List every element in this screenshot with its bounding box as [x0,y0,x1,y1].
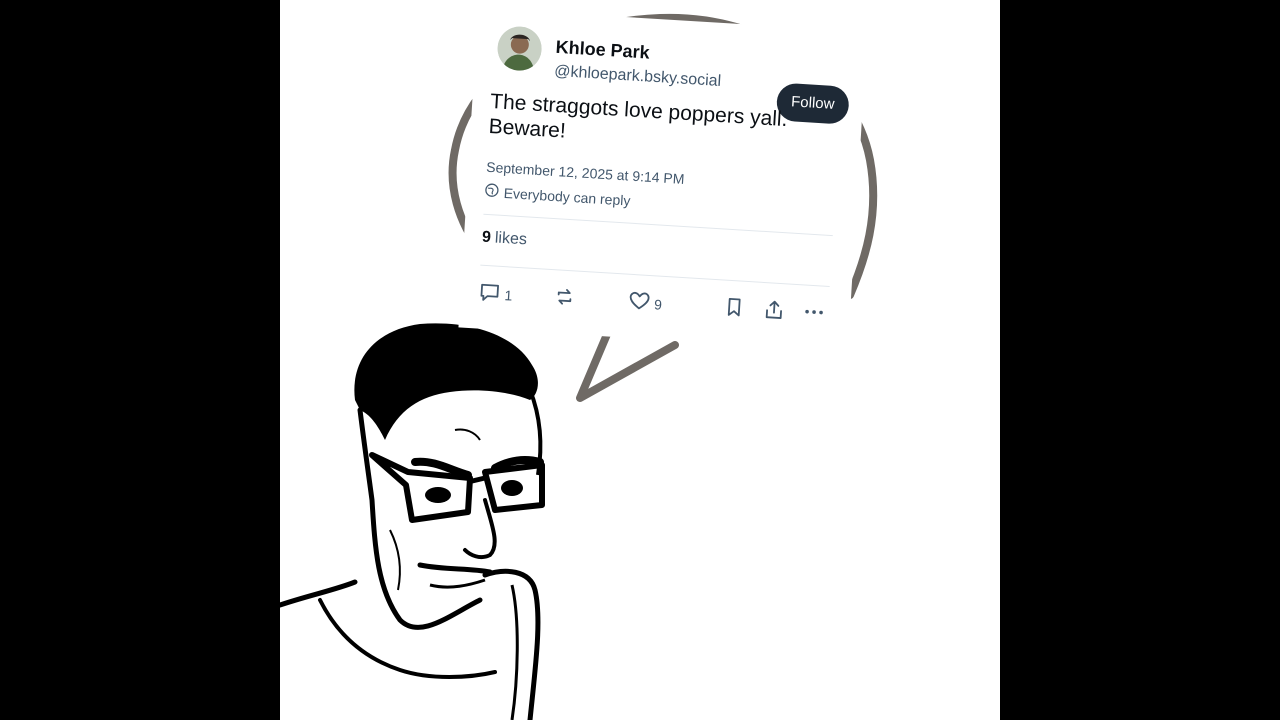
more-icon [802,300,825,326]
left-letterbox [0,0,280,720]
more-button[interactable] [802,300,825,326]
reply-setting[interactable]: Everybody can reply [484,183,631,209]
author-name[interactable]: Khloe Park [555,37,650,64]
social-post-card: Khloe Park @khloepark.bsky.social Follow… [458,8,868,352]
share-button[interactable] [762,298,785,324]
likes-summary[interactable]: 9 likes [481,229,527,250]
repost-button[interactable] [553,285,576,311]
repost-icon [553,285,576,311]
reply-icon [478,281,501,307]
reply-setting-label: Everybody can reply [503,184,631,209]
post-timestamp[interactable]: September 12, 2025 at 9:14 PM [486,159,685,187]
bookmark-icon [722,296,745,322]
share-icon [762,298,785,324]
bookmark-button[interactable] [722,296,745,322]
divider [483,213,833,237]
likes-label: likes [494,229,528,249]
reply-button[interactable]: 1 [478,281,513,308]
heart-icon [628,290,651,316]
post-actions: 1 9 [478,281,829,328]
like-count: 9 [653,295,663,313]
globe-icon [484,183,499,201]
author-handle[interactable]: @khloepark.bsky.social [554,63,722,91]
likes-count: 9 [481,228,492,247]
reply-count: 1 [504,286,513,304]
meme-canvas: Khloe Park @khloepark.bsky.social Follow… [280,0,1000,720]
post-text: The straggots love poppers yall. Beware! [488,89,790,157]
like-button[interactable]: 9 [628,290,663,317]
right-letterbox [1000,0,1280,720]
cartoon-face-illustration [280,323,545,720]
avatar[interactable] [496,25,543,72]
